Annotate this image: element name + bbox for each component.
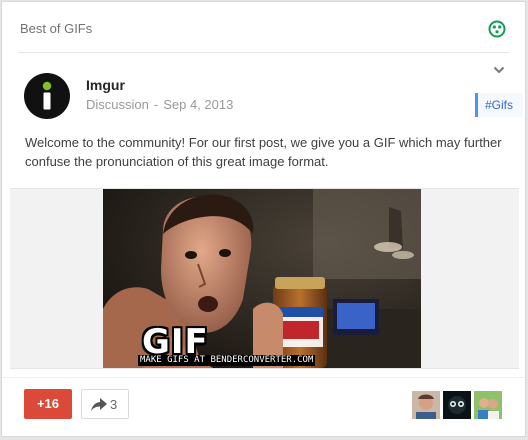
post-author[interactable]: Imgur xyxy=(86,77,125,93)
plus-one-button[interactable]: +16 xyxy=(24,389,72,419)
post-category[interactable]: Discussion xyxy=(86,97,149,112)
sharer-avatar[interactable] xyxy=(412,391,440,419)
community-circle-icon[interactable] xyxy=(488,20,506,38)
sharer-avatar[interactable] xyxy=(443,391,471,419)
meta-separator: - xyxy=(153,97,159,112)
share-arrow-icon xyxy=(91,398,107,411)
community-name[interactable]: Best of GIFs xyxy=(20,21,92,36)
chevron-down-icon[interactable] xyxy=(492,63,506,77)
header-divider xyxy=(18,52,509,53)
share-count: 3 xyxy=(110,397,118,412)
sharer-avatar[interactable] xyxy=(474,391,502,419)
gif-credit: MAKE GIFS AT BENDERCONVERTER.COM xyxy=(138,355,316,366)
share-button[interactable]: 3 xyxy=(81,389,129,419)
hashtag-chip[interactable]: #Gifs xyxy=(475,93,523,117)
post-card: Best of GIFs Imgur Discussion - Sep 4, 201… xyxy=(1,1,526,437)
gif-badge: GIF xyxy=(142,322,209,362)
actions-divider xyxy=(2,377,525,378)
post-meta: Discussion - Sep 4, 2013 xyxy=(86,97,233,112)
imgur-avatar[interactable] xyxy=(24,73,70,119)
post-date[interactable]: Sep 4, 2013 xyxy=(163,97,233,112)
post-text: Welcome to the community! For our first … xyxy=(25,135,502,169)
post-media[interactable]: GIF MAKE GIFS AT BENDERCONVERTER.COM xyxy=(10,188,519,369)
